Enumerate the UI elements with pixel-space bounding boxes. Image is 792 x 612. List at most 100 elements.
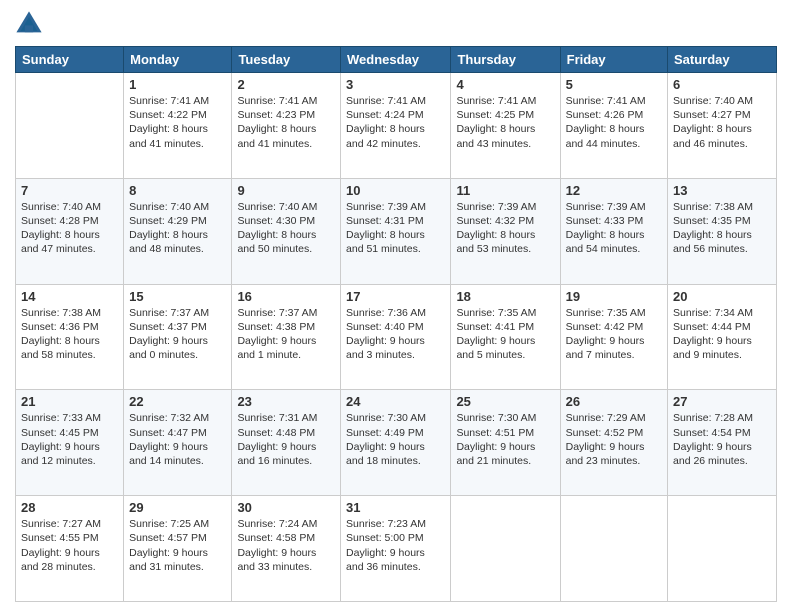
- header: [15, 10, 777, 38]
- calendar-cell: 3Sunrise: 7:41 AM Sunset: 4:24 PM Daylig…: [341, 73, 451, 179]
- day-number: 24: [346, 394, 445, 409]
- day-number: 11: [456, 183, 554, 198]
- day-info: Sunrise: 7:40 AM Sunset: 4:30 PM Dayligh…: [237, 200, 335, 257]
- calendar-week-row: 14 Sunrise: 7:38 AM Sunset: 4:36 PM Dayli…: [16, 284, 777, 390]
- day-info: Sunrise: 7:30 AM Sunset: 4:51 PM Dayligh…: [456, 411, 554, 468]
- calendar-cell: 19 Sunrise: 7:35 AM Sunset: 4:42 PM Dayli…: [560, 284, 667, 390]
- calendar-cell: 25 Sunrise: 7:30 AM Sunset: 4:51 PM Dayli…: [451, 390, 560, 496]
- day-number: 27: [673, 394, 771, 409]
- day-number: 7: [21, 183, 118, 198]
- day-info: Sunrise: 7:32 AM Sunset: 4:47 PM Dayligh…: [129, 411, 226, 468]
- calendar-header-row: SundayMondayTuesdayWednesdayThursdayFrid…: [16, 47, 777, 73]
- calendar-header-wednesday: Wednesday: [341, 47, 451, 73]
- calendar-cell: 26Sunrise: 7:29 AM Sunset: 4:52 PM Dayli…: [560, 390, 667, 496]
- calendar-cell: 6Sunrise: 7:40 AM Sunset: 4:27 PM Daylig…: [668, 73, 777, 179]
- calendar-cell: 8Sunrise: 7:40 AM Sunset: 4:29 PM Daylig…: [124, 178, 232, 284]
- calendar-cell: [16, 73, 124, 179]
- day-info: Sunrise: 7:39 AM Sunset: 4:31 PM Dayligh…: [346, 200, 445, 257]
- day-info: Sunrise: 7:36 AM Sunset: 4:40 PM Dayligh…: [346, 306, 445, 363]
- day-info: Sunrise: 7:38 AM Sunset: 4:35 PM Dayligh…: [673, 200, 771, 257]
- day-number: 15: [129, 289, 226, 304]
- calendar-cell: 28 Sunrise: 7:27 AM Sunset: 4:55 PM Dayli…: [16, 496, 124, 602]
- day-number: 22: [129, 394, 226, 409]
- calendar-cell: 9 Sunrise: 7:40 AM Sunset: 4:30 PM Daylig…: [232, 178, 341, 284]
- day-info: Sunrise: 7:25 AM Sunset: 4:57 PM Dayligh…: [129, 517, 226, 574]
- day-info: Sunrise: 7:41 AM Sunset: 4:23 PM Dayligh…: [237, 94, 335, 151]
- day-number: 9: [237, 183, 335, 198]
- calendar-cell: 5Sunrise: 7:41 AM Sunset: 4:26 PM Daylig…: [560, 73, 667, 179]
- calendar-week-row: 28 Sunrise: 7:27 AM Sunset: 4:55 PM Dayli…: [16, 496, 777, 602]
- calendar-cell: 18 Sunrise: 7:35 AM Sunset: 4:41 PM Dayli…: [451, 284, 560, 390]
- day-number: 20: [673, 289, 771, 304]
- calendar-cell: 15 Sunrise: 7:37 AM Sunset: 4:37 PM Dayli…: [124, 284, 232, 390]
- calendar-cell: 7 Sunrise: 7:40 AM Sunset: 4:28 PM Daylig…: [16, 178, 124, 284]
- calendar-cell: 24Sunrise: 7:30 AM Sunset: 4:49 PM Dayli…: [341, 390, 451, 496]
- day-info: Sunrise: 7:40 AM Sunset: 4:28 PM Dayligh…: [21, 200, 118, 257]
- calendar-week-row: 21 Sunrise: 7:33 AM Sunset: 4:45 PM Dayli…: [16, 390, 777, 496]
- day-number: 19: [566, 289, 662, 304]
- day-number: 31: [346, 500, 445, 515]
- day-number: 28: [21, 500, 118, 515]
- day-number: 30: [237, 500, 335, 515]
- calendar-cell: 17Sunrise: 7:36 AM Sunset: 4:40 PM Dayli…: [341, 284, 451, 390]
- calendar-header-friday: Friday: [560, 47, 667, 73]
- day-number: 16: [237, 289, 335, 304]
- calendar-cell: 11 Sunrise: 7:39 AM Sunset: 4:32 PM Dayli…: [451, 178, 560, 284]
- calendar-cell: 16 Sunrise: 7:37 AM Sunset: 4:38 PM Dayli…: [232, 284, 341, 390]
- day-info: Sunrise: 7:40 AM Sunset: 4:27 PM Dayligh…: [673, 94, 771, 151]
- calendar-cell: 29 Sunrise: 7:25 AM Sunset: 4:57 PM Dayli…: [124, 496, 232, 602]
- calendar-cell: 10 Sunrise: 7:39 AM Sunset: 4:31 PM Dayli…: [341, 178, 451, 284]
- day-info: Sunrise: 7:37 AM Sunset: 4:38 PM Dayligh…: [237, 306, 335, 363]
- calendar-cell: 22 Sunrise: 7:32 AM Sunset: 4:47 PM Dayli…: [124, 390, 232, 496]
- day-info: Sunrise: 7:33 AM Sunset: 4:45 PM Dayligh…: [21, 411, 118, 468]
- calendar-cell: 14 Sunrise: 7:38 AM Sunset: 4:36 PM Dayli…: [16, 284, 124, 390]
- day-number: 18: [456, 289, 554, 304]
- calendar-header-thursday: Thursday: [451, 47, 560, 73]
- day-info: Sunrise: 7:38 AM Sunset: 4:36 PM Dayligh…: [21, 306, 118, 363]
- calendar-cell: [668, 496, 777, 602]
- calendar-header-monday: Monday: [124, 47, 232, 73]
- day-number: 25: [456, 394, 554, 409]
- day-number: 13: [673, 183, 771, 198]
- logo: [15, 10, 47, 38]
- calendar-cell: 20 Sunrise: 7:34 AM Sunset: 4:44 PM Dayli…: [668, 284, 777, 390]
- calendar-cell: 2 Sunrise: 7:41 AM Sunset: 4:23 PM Daylig…: [232, 73, 341, 179]
- day-info: Sunrise: 7:41 AM Sunset: 4:25 PM Dayligh…: [456, 94, 554, 151]
- day-number: 23: [237, 394, 335, 409]
- calendar-week-row: 7 Sunrise: 7:40 AM Sunset: 4:28 PM Daylig…: [16, 178, 777, 284]
- day-number: 29: [129, 500, 226, 515]
- calendar-cell: 1Sunrise: 7:41 AM Sunset: 4:22 PM Daylig…: [124, 73, 232, 179]
- day-info: Sunrise: 7:23 AM Sunset: 5:00 PM Dayligh…: [346, 517, 445, 574]
- day-info: Sunrise: 7:40 AM Sunset: 4:29 PM Dayligh…: [129, 200, 226, 257]
- day-info: Sunrise: 7:28 AM Sunset: 4:54 PM Dayligh…: [673, 411, 771, 468]
- logo-icon: [15, 10, 43, 38]
- day-info: Sunrise: 7:39 AM Sunset: 4:33 PM Dayligh…: [566, 200, 662, 257]
- calendar-cell: 12Sunrise: 7:39 AM Sunset: 4:33 PM Dayli…: [560, 178, 667, 284]
- page: SundayMondayTuesdayWednesdayThursdayFrid…: [0, 0, 792, 612]
- calendar-cell: [451, 496, 560, 602]
- calendar-header-tuesday: Tuesday: [232, 47, 341, 73]
- calendar-cell: 23Sunrise: 7:31 AM Sunset: 4:48 PM Dayli…: [232, 390, 341, 496]
- calendar-cell: 30Sunrise: 7:24 AM Sunset: 4:58 PM Dayli…: [232, 496, 341, 602]
- day-info: Sunrise: 7:39 AM Sunset: 4:32 PM Dayligh…: [456, 200, 554, 257]
- day-info: Sunrise: 7:27 AM Sunset: 4:55 PM Dayligh…: [21, 517, 118, 574]
- day-number: 2: [237, 77, 335, 92]
- day-number: 10: [346, 183, 445, 198]
- calendar-week-row: 1Sunrise: 7:41 AM Sunset: 4:22 PM Daylig…: [16, 73, 777, 179]
- calendar-cell: 4 Sunrise: 7:41 AM Sunset: 4:25 PM Daylig…: [451, 73, 560, 179]
- day-info: Sunrise: 7:35 AM Sunset: 4:42 PM Dayligh…: [566, 306, 662, 363]
- calendar-cell: [560, 496, 667, 602]
- calendar-header-saturday: Saturday: [668, 47, 777, 73]
- calendar-table: SundayMondayTuesdayWednesdayThursdayFrid…: [15, 46, 777, 602]
- day-number: 4: [456, 77, 554, 92]
- day-number: 3: [346, 77, 445, 92]
- day-number: 5: [566, 77, 662, 92]
- day-info: Sunrise: 7:37 AM Sunset: 4:37 PM Dayligh…: [129, 306, 226, 363]
- day-info: Sunrise: 7:35 AM Sunset: 4:41 PM Dayligh…: [456, 306, 554, 363]
- day-info: Sunrise: 7:34 AM Sunset: 4:44 PM Dayligh…: [673, 306, 771, 363]
- calendar-header-sunday: Sunday: [16, 47, 124, 73]
- day-number: 14: [21, 289, 118, 304]
- day-info: Sunrise: 7:29 AM Sunset: 4:52 PM Dayligh…: [566, 411, 662, 468]
- day-number: 21: [21, 394, 118, 409]
- day-number: 1: [129, 77, 226, 92]
